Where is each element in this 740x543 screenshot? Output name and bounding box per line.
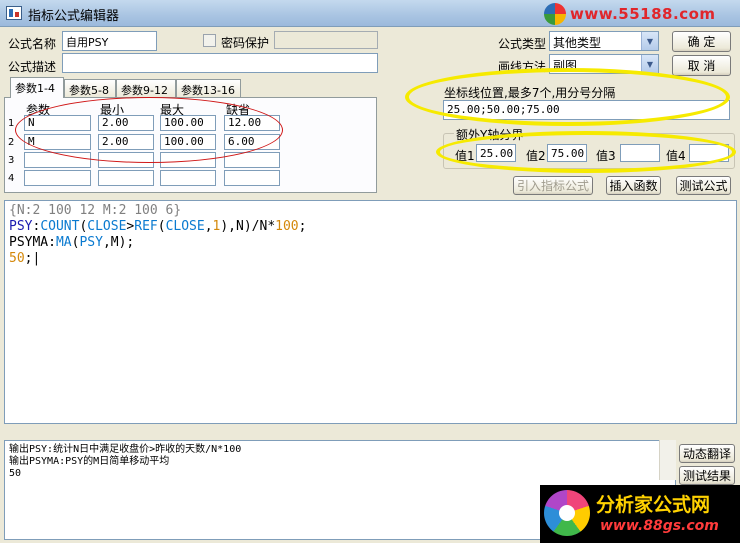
site-logo-icon (544, 3, 566, 25)
tab-params-13-16[interactable]: 参数13-16 (176, 79, 241, 97)
chevron-down-icon[interactable]: ▼ (641, 55, 658, 73)
tab-params-1-4[interactable]: 参数1-4 (10, 77, 64, 98)
code-token: 50 (9, 251, 25, 266)
param-row-number: 2 (8, 137, 15, 148)
param-row-number: 4 (8, 173, 15, 184)
param-max-input[interactable] (160, 170, 216, 186)
code-token: CLOSE (87, 219, 127, 234)
draw-method-value: 副图 (553, 59, 578, 73)
password-label: 密码保护 (221, 36, 270, 50)
watermark-site-url: www.55188.com (570, 5, 716, 23)
promo-url: www.88gs.com (600, 518, 719, 534)
code-editor[interactable]: {N:2 100 12 M:2 100 6} PSY:COUNT(CLOSE>R… (4, 200, 737, 424)
extra-y-label-1: 值1 (455, 149, 475, 163)
test-result-button[interactable]: 测试结果 (679, 466, 735, 485)
import-formula-button[interactable]: 引入指标公式 (513, 176, 593, 195)
param-min-input[interactable] (98, 152, 154, 168)
formula-type-select[interactable]: 其他类型 ▼ (549, 31, 659, 51)
output-line: 输出PSY:统计N日中满足收盘价>昨收的天数/N*100 (9, 444, 242, 455)
window-title: 指标公式编辑器 (28, 9, 120, 24)
draw-method-label: 画线方法 (498, 60, 547, 74)
formula-type-label: 公式类型 (498, 37, 547, 51)
axis-lines-label: 坐标线位置,最多7个,用分号分隔 (444, 86, 616, 100)
code-token: ),N)/N* (220, 219, 276, 234)
draw-method-select[interactable]: 副图 ▼ (549, 54, 659, 74)
code-token: PSYMA (9, 235, 49, 250)
formula-name-input[interactable]: 自用PSY (62, 31, 157, 51)
code-token: 100 (275, 219, 299, 234)
code-token: PSY (9, 219, 33, 234)
code-token: : (48, 235, 56, 250)
code-token: ,M); (102, 235, 135, 250)
param-name-input[interactable] (24, 170, 91, 186)
param-max-input[interactable]: 100.00 (160, 115, 216, 131)
code-token: CLOSE (165, 219, 205, 234)
extra-y-label-4: 值4 (666, 149, 686, 163)
code-line-psy: PSY:COUNT(CLOSE>REF(CLOSE,1),N)/N*100; (9, 219, 732, 235)
tab-params-5-8[interactable]: 参数5-8 (64, 79, 116, 97)
code-token: REF (134, 219, 158, 234)
app-icon (6, 6, 22, 20)
dynamic-translate-button[interactable]: 动态翻译 (679, 444, 735, 463)
password-checkbox[interactable] (203, 34, 216, 47)
promo-title: 分析家公式网 (596, 494, 711, 516)
extra-y-value-3[interactable] (620, 144, 660, 162)
code-token: MA (55, 235, 72, 250)
param-row-number: 1 (8, 118, 15, 129)
extra-y-label-3: 值3 (596, 149, 616, 163)
text-cursor: | (32, 251, 41, 266)
code-line-psyma: PSYMA:MA(PSY,M); (9, 235, 732, 251)
output-line: 输出PSYMA:PSY的M日简单移动平均 (9, 456, 170, 467)
param-default-input[interactable] (224, 170, 280, 186)
formula-desc-label: 公式描述 (8, 60, 57, 74)
code-line-params-comment: {N:2 100 12 M:2 100 6} (9, 203, 182, 218)
code-line-constant: 50;| (9, 251, 732, 267)
extra-y-group-label: 额外Y轴分界 (454, 126, 526, 143)
insert-function-button[interactable]: 插入函数 (606, 176, 661, 195)
formula-desc-input[interactable] (62, 53, 378, 73)
extra-y-value-1[interactable]: 25.00 (476, 144, 516, 162)
chevron-down-icon[interactable]: ▼ (641, 32, 658, 50)
param-row-number: 3 (8, 155, 15, 166)
ok-button[interactable]: 确 定 (672, 31, 731, 52)
extra-y-label-2: 值2 (526, 149, 546, 163)
extra-y-value-2[interactable]: 75.00 (547, 144, 587, 162)
code-token: ; (298, 219, 307, 234)
code-token: , (204, 219, 213, 234)
param-min-input[interactable]: 2.00 (98, 115, 154, 131)
param-default-input[interactable] (224, 152, 280, 168)
output-line: 50 (9, 468, 22, 479)
formula-type-value: 其他类型 (553, 36, 602, 50)
password-input[interactable] (274, 31, 378, 49)
code-token: COUNT (40, 219, 80, 234)
param-max-input[interactable]: 100.00 (160, 134, 216, 150)
tab-params-9-12[interactable]: 参数9-12 (116, 79, 176, 97)
output-scrollbar[interactable] (659, 440, 676, 480)
param-name-input[interactable]: N (24, 115, 91, 131)
param-default-input[interactable]: 6.00 (224, 134, 280, 150)
extra-y-value-4[interactable] (689, 144, 729, 162)
code-token: ( (157, 219, 166, 234)
param-default-input[interactable]: 12.00 (224, 115, 280, 131)
flower-logo-icon (544, 490, 590, 536)
cancel-button[interactable]: 取 消 (672, 55, 731, 76)
param-min-input[interactable] (98, 170, 154, 186)
param-min-input[interactable]: 2.00 (98, 134, 154, 150)
param-name-input[interactable] (24, 152, 91, 168)
param-name-input[interactable]: M (24, 134, 91, 150)
param-max-input[interactable] (160, 152, 216, 168)
code-token: PSY (79, 235, 103, 250)
test-formula-button[interactable]: 测试公式 (676, 176, 731, 195)
axis-lines-input[interactable]: 25.00;50.00;75.00 (443, 100, 730, 120)
formula-name-label: 公式名称 (8, 37, 57, 51)
